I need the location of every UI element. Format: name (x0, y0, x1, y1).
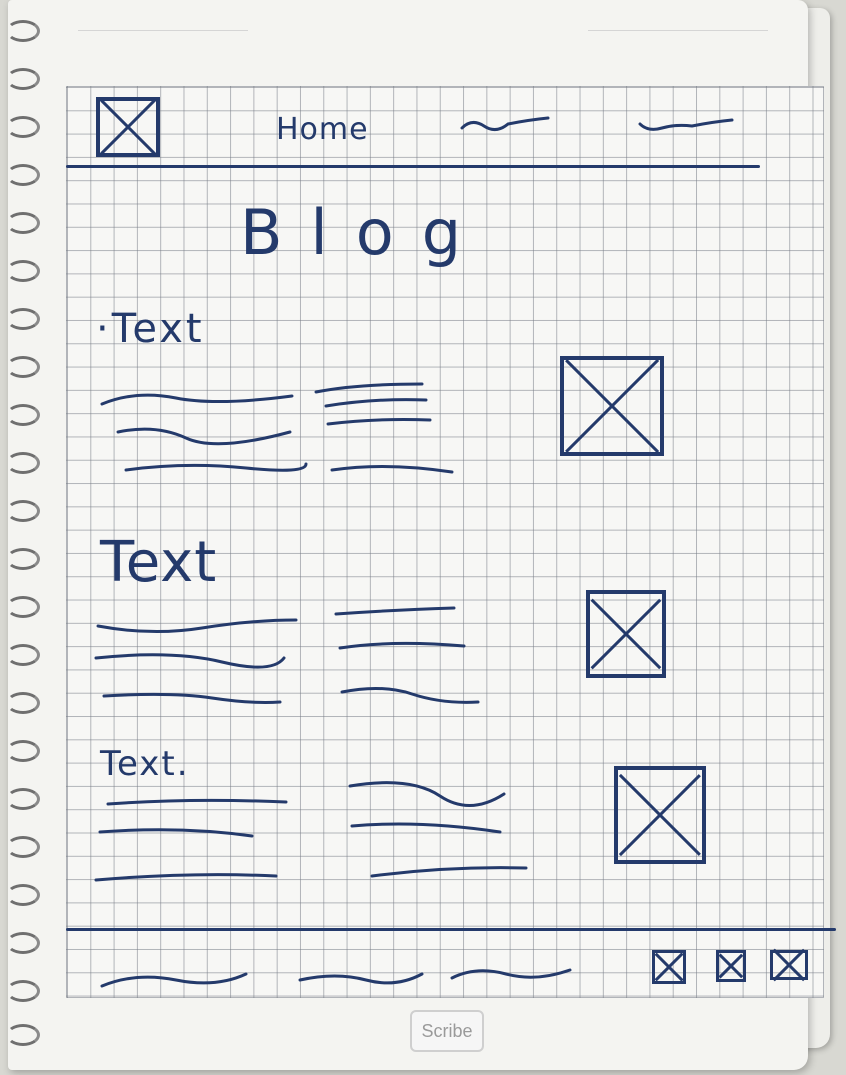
post-thumbnail-placeholder[interactable] (586, 590, 666, 678)
scribe-watermark: Scribe (410, 1010, 484, 1052)
nav-link-placeholder[interactable] (458, 112, 554, 136)
logo-image-placeholder[interactable] (96, 97, 160, 157)
post-thumbnail-placeholder[interactable] (614, 766, 706, 864)
social-icon-placeholder[interactable] (770, 950, 808, 980)
nav-home-link[interactable]: Home (276, 112, 369, 147)
nav-link-placeholder[interactable] (636, 112, 736, 136)
spiral-binding (0, 20, 40, 1060)
post-excerpt-placeholder (94, 781, 528, 882)
footer-divider (66, 928, 836, 931)
page-top-rule (78, 30, 248, 31)
post-title[interactable]: Text (100, 530, 217, 595)
post-thumbnail-placeholder[interactable] (560, 356, 664, 456)
footer-links-placeholder[interactable] (96, 962, 580, 992)
social-icon-placeholder[interactable] (716, 950, 746, 982)
header-divider (66, 165, 760, 168)
post-excerpt-placeholder (100, 382, 454, 474)
post-title[interactable]: ·Text (96, 306, 205, 352)
page-title: Blog (240, 196, 490, 269)
post-excerpt-placeholder (94, 606, 480, 704)
page-top-rule (588, 30, 768, 31)
social-icon-placeholder[interactable] (652, 950, 686, 984)
